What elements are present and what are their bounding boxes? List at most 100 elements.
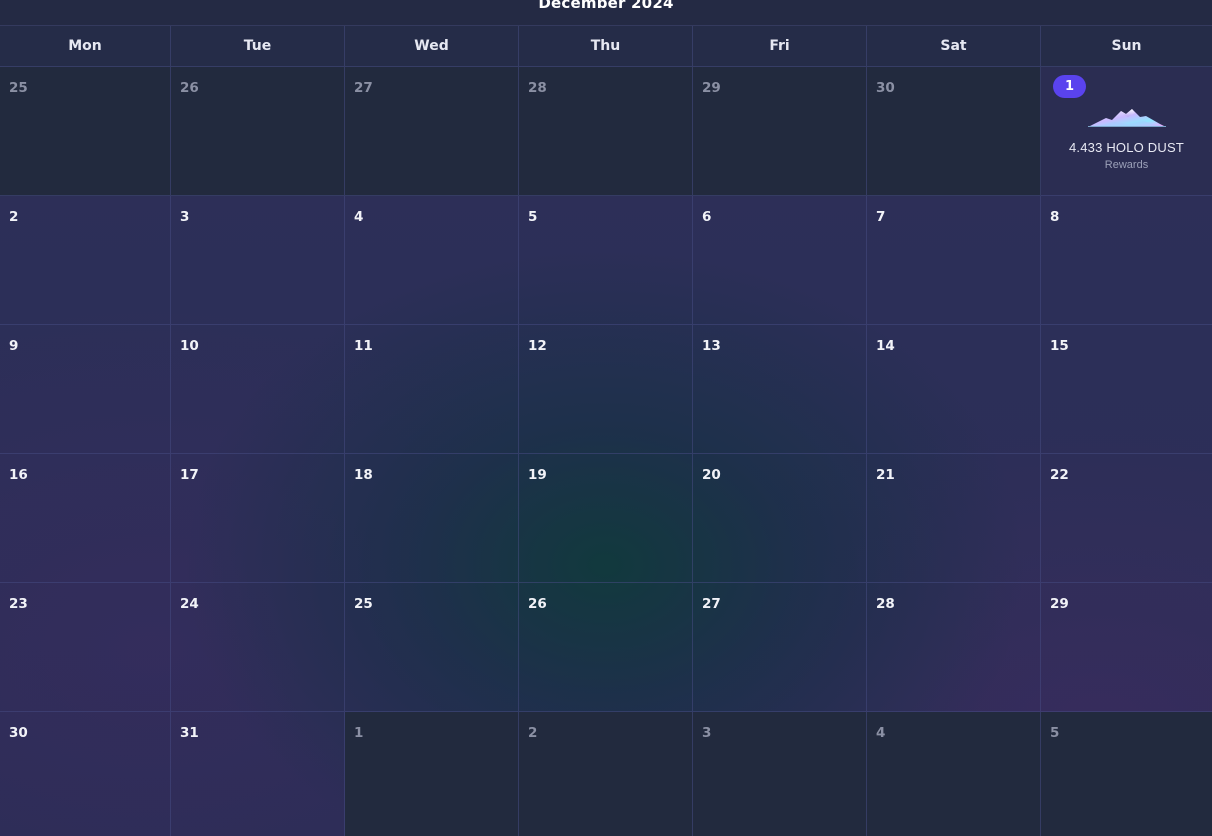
day-cell[interactable]: 16	[0, 454, 171, 583]
weekday-tue: Tue	[171, 26, 345, 66]
day-cell[interactable]: 27	[693, 583, 867, 712]
day-number: 24	[180, 596, 199, 612]
reward-summary: 4.433 HOLO DUST Rewards	[1041, 105, 1212, 171]
day-cell[interactable]: 17	[171, 454, 345, 583]
day-cell[interactable]: 26	[519, 583, 693, 712]
day-cell[interactable]: 11	[345, 325, 519, 454]
day-cell[interactable]: 31	[171, 712, 345, 836]
day-cell[interactable]: 18	[345, 454, 519, 583]
day-number: 10	[180, 338, 199, 354]
day-number: 27	[702, 596, 721, 612]
day-cell[interactable]: 28	[519, 67, 693, 196]
weekday-fri: Fri	[693, 26, 867, 66]
day-cell[interactable]: 27	[345, 67, 519, 196]
day-number: 26	[180, 80, 199, 96]
day-cell[interactable]: 12	[519, 325, 693, 454]
day-number: 8	[1050, 209, 1060, 225]
day-number: 3	[702, 725, 712, 741]
calendar-header: December 2024	[0, 0, 1212, 26]
weekday-sat: Sat	[867, 26, 1041, 66]
day-number: 6	[702, 209, 712, 225]
day-cell[interactable]: 3	[171, 196, 345, 325]
day-cell[interactable]: 2	[0, 196, 171, 325]
day-cell[interactable]: 2	[519, 712, 693, 836]
day-cell[interactable]: 1	[345, 712, 519, 836]
day-number: 30	[9, 725, 28, 741]
day-cell[interactable]: 29	[1041, 583, 1212, 712]
day-cell[interactable]: 14	[867, 325, 1041, 454]
weekday-wed: Wed	[345, 26, 519, 66]
day-cell[interactable]: 19	[519, 454, 693, 583]
day-cell[interactable]: 3	[693, 712, 867, 836]
day-cell[interactable]: 24	[171, 583, 345, 712]
day-number: 26	[528, 596, 547, 612]
day-number: 14	[876, 338, 895, 354]
day-number: 25	[9, 80, 28, 96]
holo-dust-mountain-icon	[1041, 105, 1212, 129]
day-number: 13	[702, 338, 721, 354]
rewards-calendar: December 2024 Mon Tue Wed Thu Fri Sat Su…	[0, 0, 1212, 836]
day-number: 15	[1050, 338, 1069, 354]
weekday-sun: Sun	[1111, 38, 1142, 54]
day-cell[interactable]: 30	[867, 67, 1041, 196]
day-number: 5	[528, 209, 538, 225]
day-number: 9	[9, 338, 19, 354]
day-number: 4	[876, 725, 886, 741]
day-number: 18	[354, 467, 373, 483]
reward-amount: 4.433 HOLO DUST	[1069, 140, 1184, 155]
day-cell[interactable]: 15	[1041, 325, 1212, 454]
day-number: 1	[354, 725, 364, 741]
day-cell[interactable]: 23	[0, 583, 171, 712]
weekday-thu: Thu	[519, 26, 693, 66]
day-number: 7	[876, 209, 886, 225]
day-cell[interactable]: 25	[0, 67, 171, 196]
day-cell[interactable]: 7	[867, 196, 1041, 325]
day-cell[interactable]: 25	[345, 583, 519, 712]
day-number: 21	[876, 467, 895, 483]
day-cell[interactable]: 4	[345, 196, 519, 325]
day-cell[interactable]: 26	[171, 67, 345, 196]
day-number: 19	[528, 467, 547, 483]
day-number: 2	[9, 209, 19, 225]
day-number: 28	[876, 596, 895, 612]
month-title: December 2024	[538, 0, 674, 12]
reward-label: Rewards	[1104, 159, 1149, 171]
day-cell[interactable]: 28	[867, 583, 1041, 712]
day-cell[interactable]: 13	[693, 325, 867, 454]
day-cell[interactable]: 30	[0, 712, 171, 836]
calendar-day-grid: 25 26 27 28 29 30 1 4.433 HOLO DUST Rewards 2 3 4 5 6…	[0, 67, 1212, 836]
day-number: 28	[528, 80, 547, 96]
day-number: 11	[354, 338, 373, 354]
day-number: 27	[354, 80, 373, 96]
day-number: 16	[9, 467, 28, 483]
day-number: 22	[1050, 467, 1069, 483]
day-number: 29	[1050, 596, 1069, 612]
day-cell[interactable]: 22	[1041, 454, 1212, 583]
day-number: 4	[354, 209, 364, 225]
today-badge: 1	[1053, 75, 1086, 98]
day-number: 5	[1050, 725, 1060, 741]
day-number: 23	[9, 596, 28, 612]
weekday-mon: Mon	[0, 26, 171, 66]
day-number: 30	[876, 80, 895, 96]
weekday-header-row: Mon Tue Wed Thu Fri Sat Sun	[0, 26, 1212, 67]
day-cell[interactable]: 5	[519, 196, 693, 325]
day-cell[interactable]: 10	[171, 325, 345, 454]
day-number: 29	[702, 80, 721, 96]
day-cell[interactable]: 21	[867, 454, 1041, 583]
day-cell[interactable]: 1 4.433 HOLO DUST Rewards	[1041, 67, 1212, 196]
day-number: 3	[180, 209, 190, 225]
day-cell[interactable]: 5	[1041, 712, 1212, 836]
day-cell[interactable]: 4	[867, 712, 1041, 836]
day-cell[interactable]: 8	[1041, 196, 1212, 325]
day-cell[interactable]: 6	[693, 196, 867, 325]
day-number: 2	[528, 725, 538, 741]
day-number: 12	[528, 338, 547, 354]
day-cell[interactable]: 20	[693, 454, 867, 583]
day-cell[interactable]: 29	[693, 67, 867, 196]
day-number: 20	[702, 467, 721, 483]
day-cell[interactable]: 9	[0, 325, 171, 454]
day-number: 31	[180, 725, 199, 741]
day-number: 25	[354, 596, 373, 612]
day-number: 17	[180, 467, 199, 483]
